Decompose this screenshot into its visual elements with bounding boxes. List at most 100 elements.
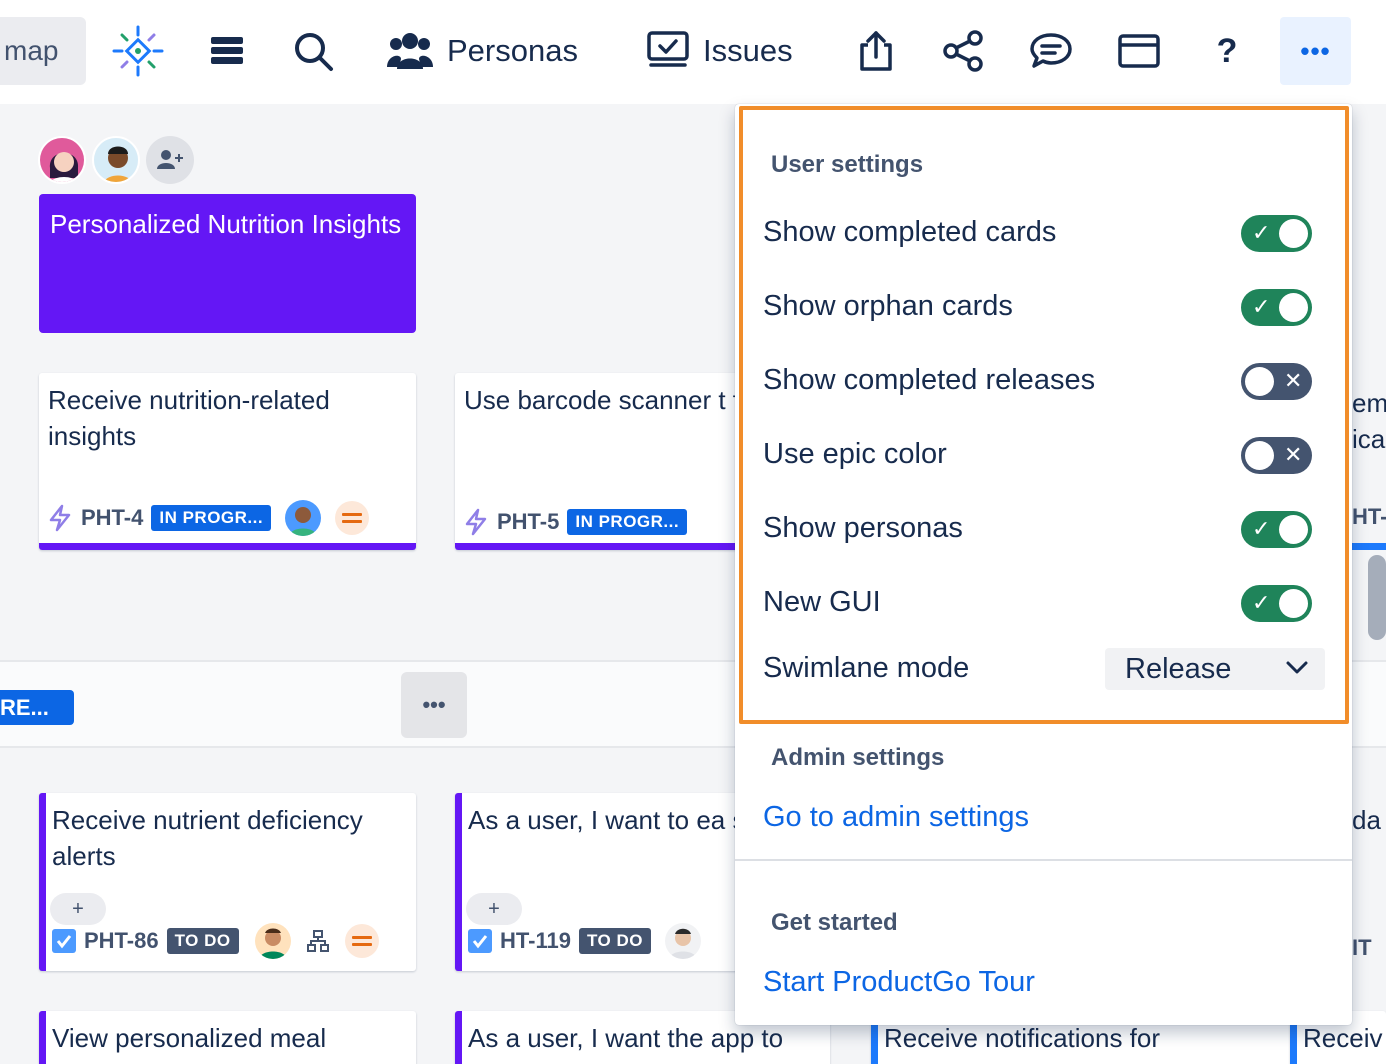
add-persona-icon[interactable] xyxy=(146,136,194,184)
card-key[interactable]: PHT-86 xyxy=(84,928,159,954)
card-title: Receive nutrient deficiency alerts xyxy=(52,805,363,871)
toggle-knob xyxy=(1279,293,1308,322)
story-card[interactable]: View personalized meal xyxy=(39,1011,416,1064)
swimlane-more-button[interactable]: ••• xyxy=(401,672,467,738)
add-subtask-button[interactable]: + xyxy=(466,893,522,925)
hierarchy-icon xyxy=(306,930,329,952)
map-tab-label: map xyxy=(4,35,59,66)
partial-card-key: IT xyxy=(1352,935,1372,960)
status-badge[interactable]: TO DO xyxy=(578,928,651,954)
productgo-logo-icon[interactable] xyxy=(108,22,168,80)
lane-more-label: ••• xyxy=(422,692,446,717)
export-icon[interactable] xyxy=(855,22,897,80)
setting-label-use-epic-color: Use epic color xyxy=(763,438,947,470)
lightning-icon xyxy=(465,508,487,536)
people-icon xyxy=(387,33,433,69)
checkbox-icon xyxy=(52,929,76,953)
story-card[interactable]: Use barcode scanner t food items PHT-5 I… xyxy=(455,373,755,550)
toggle-knob xyxy=(1279,515,1308,544)
toggle-show-completed-releases[interactable]: ✕ xyxy=(1241,363,1312,400)
partial-card-right: em ica HT- xyxy=(1352,385,1386,535)
card-title: As a user, I want to ea scan barcodes of… xyxy=(468,805,755,835)
check-icon: ✓ xyxy=(1252,516,1271,541)
plus-label: + xyxy=(72,897,84,920)
status-badge[interactable]: IN PROGR... xyxy=(151,505,272,531)
card-key[interactable]: PHT-5 xyxy=(497,509,559,535)
close-icon: ✕ xyxy=(1284,368,1303,393)
status-badge[interactable]: IN PROGR... xyxy=(567,509,688,535)
more-options-button[interactable]: ••• xyxy=(1280,17,1351,85)
go-to-admin-settings-link[interactable]: Go to admin settings xyxy=(763,801,1029,834)
epic-title: Personalized Nutrition Insights xyxy=(50,209,402,239)
top-toolbar: map Personas Issues ? ••• xyxy=(0,0,1386,104)
toggle-knob xyxy=(1279,219,1308,248)
story-card[interactable]: Receive nutrient deficiency alerts + PHT… xyxy=(39,793,416,971)
setting-label-show-completed-cards: Show completed cards xyxy=(763,216,1057,248)
assignee-avatar[interactable] xyxy=(254,923,291,959)
epic-card[interactable]: Personalized Nutrition Insights xyxy=(39,194,416,333)
persona-avatar-man[interactable] xyxy=(92,136,140,184)
toggle-knob xyxy=(1245,441,1274,470)
menu-divider xyxy=(735,859,1352,861)
card-key[interactable]: PHT-4 xyxy=(81,505,143,531)
toggle-new-gui[interactable]: ✓ xyxy=(1241,585,1312,622)
setting-label-show-orphan-cards: Show orphan cards xyxy=(763,290,1013,322)
swimlane-mode-label: Swimlane mode xyxy=(763,652,970,684)
get-started-heading: Get started xyxy=(771,909,898,936)
swimlane-mode-select[interactable]: Release xyxy=(1105,648,1325,690)
user-settings-heading: User settings xyxy=(771,151,924,178)
priority-medium-icon xyxy=(335,501,370,535)
story-card[interactable]: Receive nutrition-related insights PHT-4… xyxy=(39,373,416,550)
help-icon[interactable]: ? xyxy=(1210,22,1244,80)
setting-label-new-gui: New GUI xyxy=(763,586,881,618)
personas-button[interactable]: Personas xyxy=(387,22,578,80)
toggle-show-orphan-cards[interactable]: ✓ xyxy=(1241,289,1312,326)
card-key[interactable]: HT-119 xyxy=(500,928,571,954)
card-title: View personalized meal xyxy=(52,1023,327,1053)
search-icon[interactable] xyxy=(290,22,336,80)
assignee-avatar[interactable] xyxy=(664,923,701,959)
setting-label-show-personas: Show personas xyxy=(763,512,963,544)
chevron-down-icon xyxy=(1286,661,1308,674)
swimlane-mode-value: Release xyxy=(1125,652,1232,685)
checkbox-icon xyxy=(468,929,492,953)
toggle-use-epic-color[interactable]: ✕ xyxy=(1241,437,1312,474)
board-view-icon[interactable] xyxy=(206,22,248,80)
epic-color-bar xyxy=(39,543,416,550)
issues-monitor-icon xyxy=(647,31,689,67)
release-chip-label: RE... xyxy=(0,694,49,720)
vertical-scrollbar[interactable] xyxy=(1368,555,1386,640)
comments-icon[interactable] xyxy=(1028,22,1074,80)
story-map-tab[interactable]: map xyxy=(0,17,86,85)
check-icon: ✓ xyxy=(1252,294,1271,319)
persona-avatars xyxy=(38,136,194,184)
toggle-show-completed-cards[interactable]: ✓ xyxy=(1241,215,1312,252)
story-card[interactable]: As a user, I want to ea scan barcodes of… xyxy=(455,793,755,971)
toggle-knob xyxy=(1279,589,1308,618)
check-icon: ✓ xyxy=(1252,220,1271,245)
start-tour-link[interactable]: Start ProductGo Tour xyxy=(763,966,1035,999)
partial-card-text: em xyxy=(1352,388,1386,418)
share-icon[interactable] xyxy=(940,22,986,80)
issues-button[interactable]: Issues xyxy=(647,22,793,80)
card-title: Receive nutrition-related insights xyxy=(48,385,330,451)
partial-card-text: ica xyxy=(1352,424,1386,454)
partial-card-key: HT- xyxy=(1352,504,1386,529)
priority-medium-icon xyxy=(344,924,379,958)
add-subtask-button[interactable]: + xyxy=(50,893,106,925)
release-chip[interactable]: RE... xyxy=(0,690,74,725)
status-badge[interactable]: TO DO xyxy=(166,928,239,954)
window-icon[interactable] xyxy=(1116,22,1162,80)
partial-card-text: da xyxy=(1352,805,1381,835)
toggle-show-personas[interactable]: ✓ xyxy=(1241,511,1312,548)
check-icon: ✓ xyxy=(1252,590,1271,615)
more-label: ••• xyxy=(1300,35,1331,66)
admin-settings-heading: Admin settings xyxy=(771,744,945,771)
epic-color-bar xyxy=(1352,543,1386,550)
persona-avatar-woman[interactable] xyxy=(38,136,86,184)
assignee-avatar[interactable] xyxy=(285,500,322,536)
close-icon: ✕ xyxy=(1284,442,1303,467)
setting-label-show-completed-releases: Show completed releases xyxy=(763,364,1096,396)
issues-label: Issues xyxy=(703,33,793,68)
lightning-icon xyxy=(49,504,71,532)
